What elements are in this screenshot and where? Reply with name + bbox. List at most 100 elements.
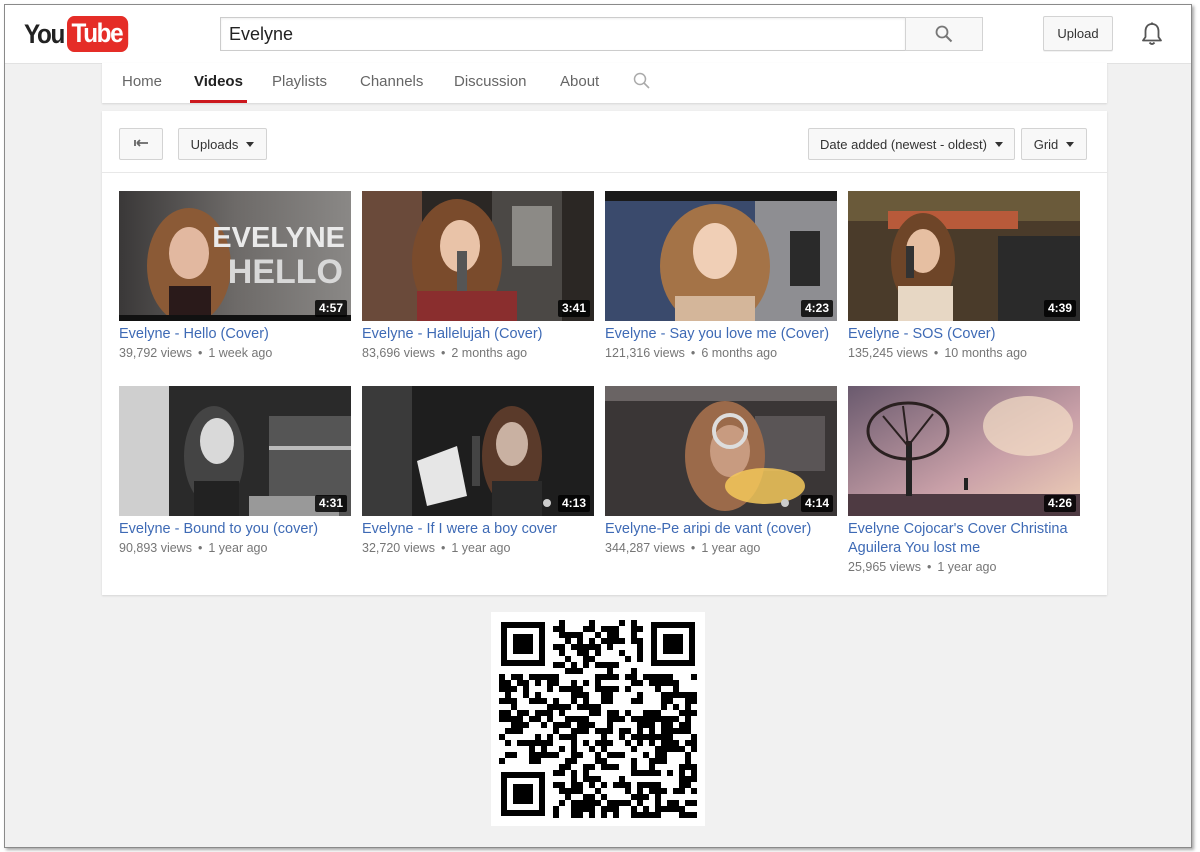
video-item[interactable]: 4:14 Evelyne-Pe aripi de vant (cover) 34… xyxy=(605,386,837,557)
video-thumbnail[interactable]: 3:41 xyxy=(362,191,594,321)
view-label: Grid xyxy=(1033,136,1059,152)
upload-age: 1 year ago xyxy=(451,541,511,555)
search-input[interactable] xyxy=(229,18,889,50)
uploads-dropdown[interactable]: Uploads xyxy=(178,128,267,160)
video-title[interactable]: Evelyne - Hallelujah (Cover) xyxy=(362,325,594,344)
video-item[interactable]: 4:26 Evelyne Cojocar's Cover Christina A… xyxy=(848,386,1080,576)
video-thumbnail[interactable]: 4:39 xyxy=(848,191,1080,321)
video-duration: 4:31 xyxy=(314,495,347,512)
tab-home[interactable]: Home xyxy=(122,63,162,103)
video-meta: 83,696 views • 2 months ago xyxy=(362,344,594,362)
video-item[interactable]: 4:39 Evelyne - SOS (Cover) 135,245 views… xyxy=(848,191,1080,362)
chevron-down-icon xyxy=(994,141,1003,147)
browser-frame: You Tube Upload Home Videos Playlists Ch… xyxy=(4,4,1192,848)
tab-channels[interactable]: Channels xyxy=(360,63,423,103)
meta-separator: • xyxy=(440,541,446,555)
bell-icon xyxy=(1142,22,1162,45)
video-duration: 4:26 xyxy=(1043,495,1076,512)
meta-separator: • xyxy=(690,541,696,555)
upload-age: 1 week ago xyxy=(208,346,273,360)
upload-age: 1 year ago xyxy=(701,541,761,555)
view-count: 32,720 views xyxy=(362,541,435,555)
chevron-down-icon xyxy=(246,141,255,147)
meta-separator: • xyxy=(926,560,932,574)
tab-about[interactable]: About xyxy=(560,63,599,103)
video-thumbnail[interactable]: EVELYNE HELLO 4:57 xyxy=(119,191,351,321)
view-count: 25,965 views xyxy=(848,560,921,574)
meta-separator: • xyxy=(197,346,203,360)
view-count: 344,287 views xyxy=(605,541,685,555)
video-title[interactable]: Evelyne - SOS (Cover) xyxy=(848,325,1080,344)
notifications-button[interactable] xyxy=(1140,21,1164,47)
video-meta: 32,720 views • 1 year ago xyxy=(362,539,594,557)
masthead: You Tube Upload xyxy=(5,5,1191,64)
video-thumbnail[interactable]: 4:31 xyxy=(119,386,351,516)
tab-discussion[interactable]: Discussion xyxy=(454,63,527,103)
video-title[interactable]: Evelyne - Say you love me (Cover) xyxy=(605,325,837,344)
upload-button[interactable]: Upload xyxy=(1043,16,1113,51)
chevron-down-icon xyxy=(1066,141,1075,147)
video-item[interactable]: 4:13 Evelyne - If I were a boy cover 32,… xyxy=(362,386,594,557)
meta-separator: • xyxy=(440,346,446,360)
view-count: 121,316 views xyxy=(605,346,685,360)
video-title[interactable]: Evelyne - Bound to you (cover) xyxy=(119,520,351,539)
videos-panel: Uploads Date added (newest - oldest) Gri… xyxy=(102,111,1107,595)
youtube-logo[interactable]: You Tube xyxy=(24,16,134,52)
video-duration: 4:14 xyxy=(800,495,833,512)
logo-you-text: You xyxy=(24,18,65,49)
video-thumbnail[interactable]: 4:26 xyxy=(848,386,1080,516)
view-dropdown[interactable]: Grid xyxy=(1021,128,1087,160)
qr-code-image xyxy=(491,612,705,826)
video-duration: 4:23 xyxy=(800,300,833,317)
video-title[interactable]: Evelyne - If I were a boy cover xyxy=(362,520,594,539)
video-duration: 4:57 xyxy=(314,300,347,317)
video-duration: 4:39 xyxy=(1043,300,1076,317)
videos-toolbar: Uploads Date added (newest - oldest) Gri… xyxy=(102,111,1107,173)
video-meta: 121,316 views • 6 months ago xyxy=(605,344,837,362)
video-thumbnail[interactable]: 4:13 xyxy=(362,386,594,516)
video-thumbnail[interactable]: 4:14 xyxy=(605,386,837,516)
view-count: 39,792 views xyxy=(119,346,192,360)
video-item[interactable]: EVELYNE HELLO 4:57 Evelyne - Hello (Cove… xyxy=(119,191,351,362)
video-item[interactable]: 3:41 Evelyne - Hallelujah (Cover) 83,696… xyxy=(362,191,594,362)
video-title[interactable]: Evelyne - Hello (Cover) xyxy=(119,325,351,344)
sort-label: Date added (newest - oldest) xyxy=(820,136,987,152)
view-count: 135,245 views xyxy=(848,346,928,360)
video-duration: 3:41 xyxy=(557,300,590,317)
search-icon xyxy=(935,25,953,43)
thumb-text-line2: HELLO xyxy=(228,253,343,291)
upload-age: 6 months ago xyxy=(701,346,778,360)
logo-tube-text: Tube xyxy=(66,16,128,52)
video-item[interactable]: 4:31 Evelyne - Bound to you (cover) 90,8… xyxy=(119,386,351,557)
video-item[interactable]: 4:23 Evelyne - Say you love me (Cover) 1… xyxy=(605,191,837,362)
view-count: 90,893 views xyxy=(119,541,192,555)
meta-separator: • xyxy=(933,346,939,360)
video-meta: 135,245 views • 10 months ago xyxy=(848,344,1080,362)
back-arrow-icon xyxy=(134,139,148,147)
video-meta: 39,792 views • 1 week ago xyxy=(119,344,351,362)
video-duration: 4:13 xyxy=(557,495,590,512)
channel-tabs: Home Videos Playlists Channels Discussio… xyxy=(102,63,1107,103)
tab-playlists[interactable]: Playlists xyxy=(272,63,327,103)
upload-age: 10 months ago xyxy=(944,346,1028,360)
uploads-label: Uploads xyxy=(190,136,239,152)
tab-videos[interactable]: Videos xyxy=(190,63,247,103)
meta-separator: • xyxy=(690,346,696,360)
video-title[interactable]: Evelyne-Pe aripi de vant (cover) xyxy=(605,520,837,539)
video-thumbnail[interactable]: 4:23 xyxy=(605,191,837,321)
video-title[interactable]: Evelyne Cojocar's Cover Christina Aguile… xyxy=(848,520,1080,558)
meta-separator: • xyxy=(197,541,203,555)
qr-code xyxy=(491,612,705,826)
back-button[interactable] xyxy=(119,128,163,160)
view-count: 83,696 views xyxy=(362,346,435,360)
upload-age: 1 year ago xyxy=(208,541,268,555)
upload-age: 1 year ago xyxy=(937,560,997,574)
search-box[interactable] xyxy=(220,17,905,51)
video-meta: 25,965 views • 1 year ago xyxy=(848,558,1080,576)
sort-dropdown[interactable]: Date added (newest - oldest) xyxy=(808,128,1015,160)
search-button[interactable] xyxy=(905,17,983,51)
thumb-text-line1: EVELYNE xyxy=(212,222,345,254)
video-meta: 90,893 views • 1 year ago xyxy=(119,539,351,557)
video-meta: 344,287 views • 1 year ago xyxy=(605,539,837,557)
channel-search-icon[interactable] xyxy=(632,71,652,91)
